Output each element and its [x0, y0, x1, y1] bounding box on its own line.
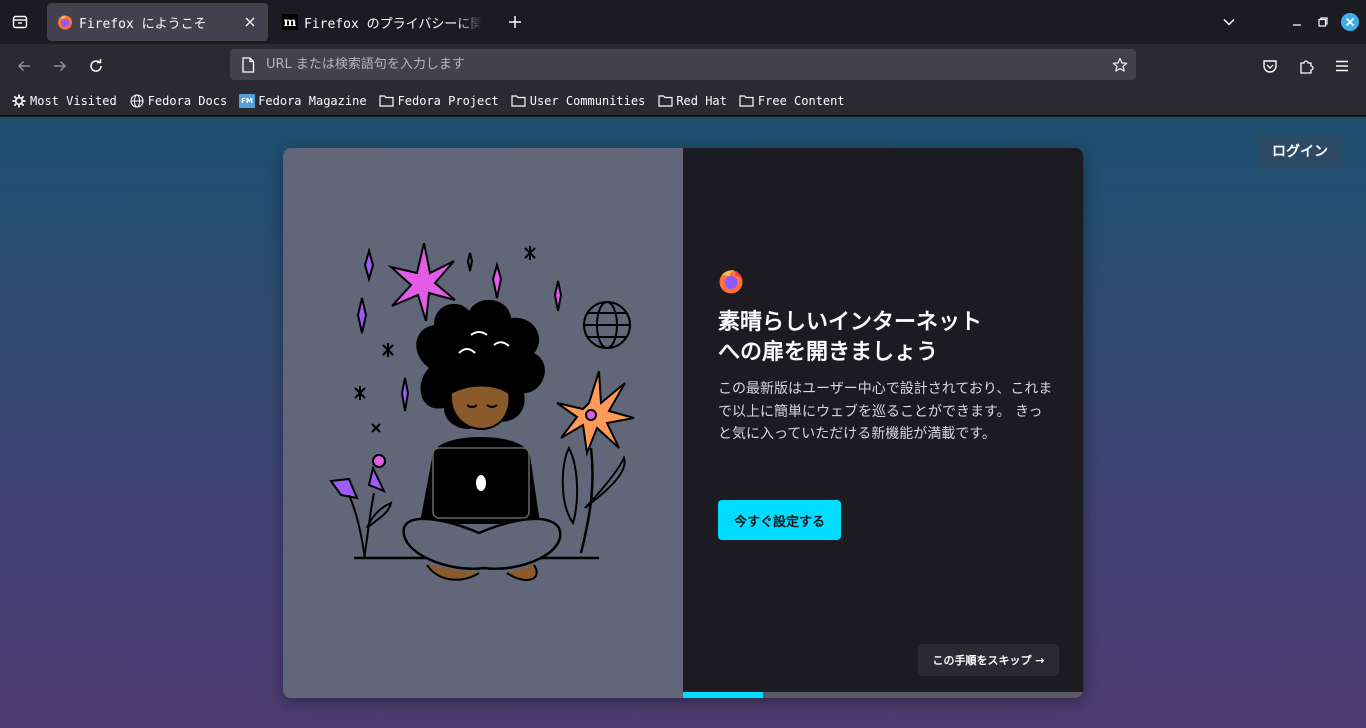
welcome-text-panel: 素晴らしいインターネット への扉を開きましょう この最新版はユーザー中心で設計さ… [683, 148, 1083, 698]
firefox-view-button[interactable] [6, 8, 34, 36]
svg-text:m: m [284, 15, 297, 29]
bookmark-most-visited[interactable]: Most Visited [11, 93, 117, 109]
firefox-view-icon [12, 15, 28, 29]
onboarding-card: 素晴らしいインターネット への扉を開きましょう この最新版はユーザー中心で設計さ… [283, 148, 1083, 698]
bookmark-folder-red-hat[interactable]: Red Hat [657, 93, 727, 109]
bookmark-folder-free-content[interactable]: Free Content [739, 93, 845, 109]
orange-flower [556, 370, 635, 554]
restore-icon [1318, 17, 1328, 27]
tab-privacy-notice[interactable]: m Firefox のプライバシーに関する通知 [272, 3, 492, 41]
maximize-button[interactable] [1313, 12, 1333, 32]
bookmark-label: Most Visited [30, 93, 117, 108]
folder-icon [657, 93, 673, 109]
firefox-logo-icon [719, 270, 743, 294]
minimize-icon [1293, 24, 1301, 26]
close-tab-button[interactable] [242, 14, 258, 30]
bookmark-label: Fedora Magazine [258, 93, 367, 108]
onboarding-progress-bar [683, 692, 1083, 698]
illustration-panel [283, 148, 683, 698]
gear-icon [11, 93, 27, 109]
firefox-icon [58, 15, 72, 30]
back-button[interactable] [10, 52, 38, 80]
bookmarks-toolbar: Most Visited Fedora Docs FM Fedora Magaz… [0, 86, 1366, 116]
skip-step-button[interactable]: この手順をスキップ → [918, 644, 1059, 676]
minimize-button[interactable] [1287, 12, 1307, 32]
bookmark-fedora-magazine[interactable]: FM Fedora Magazine [239, 93, 367, 109]
tab-title: Firefox のプライバシーに関する通知 [304, 16, 482, 32]
forward-arrow-icon [54, 60, 67, 72]
get-started-button[interactable]: 今すぐ設定する [718, 500, 841, 540]
progress-fill [683, 692, 763, 698]
bookmark-label: Free Content [757, 93, 845, 108]
address-bar[interactable] [230, 49, 1136, 80]
pocket-button[interactable] [1256, 52, 1284, 80]
headline-line-2: への扉を開きましょう [718, 340, 939, 365]
headline-line-1: 素晴らしいインターネット [718, 310, 983, 335]
globe-icon [129, 93, 145, 109]
welcome-page: ログイン 素晴らしいインターネット への扉を開きましょう この最新版はユーザー中… [0, 117, 1366, 728]
star-icon [1112, 57, 1128, 72]
svg-text:FM: FM [241, 97, 253, 105]
mozilla-icon: m [282, 14, 298, 30]
reload-button[interactable] [82, 52, 110, 80]
tab-welcome[interactable]: Firefox にようこそ [47, 3, 268, 41]
close-window-button[interactable] [1340, 12, 1360, 32]
folder-icon [739, 93, 755, 109]
bookmark-folder-fedora-project[interactable]: Fedora Project [379, 93, 499, 109]
welcome-headline: 素晴らしいインターネット への扉を開きましょう [718, 308, 1048, 368]
folder-icon [511, 93, 527, 109]
list-all-tabs-button[interactable] [1217, 10, 1241, 34]
app-menu-button[interactable] [1328, 52, 1356, 80]
bookmark-fedora-docs[interactable]: Fedora Docs [129, 93, 227, 109]
bookmark-star-button[interactable] [1110, 55, 1130, 75]
purple-flowers [329, 454, 393, 559]
puzzle-icon [1300, 60, 1314, 74]
bookmark-label: User Communities [529, 93, 646, 108]
new-tab-button[interactable] [503, 10, 527, 34]
extensions-button[interactable] [1292, 52, 1320, 80]
plus-icon [509, 16, 521, 28]
person [402, 299, 562, 581]
folder-icon [379, 93, 395, 109]
close-icon [245, 17, 255, 27]
bookmark-label: Red Hat [676, 93, 727, 108]
fedora-magazine-icon: FM [239, 93, 256, 109]
reload-icon [90, 59, 102, 72]
hamburger-menu-icon [1336, 60, 1348, 72]
bookmark-label: Fedora Docs [147, 93, 228, 108]
globe-doodle [583, 301, 631, 349]
person-with-laptop-illustration [329, 243, 635, 581]
forward-button[interactable] [46, 52, 74, 80]
tab-title: Firefox にようこそ [79, 16, 207, 32]
bookmark-label: Fedora Project [397, 93, 499, 108]
bookmark-folder-user-communities[interactable]: User Communities [511, 93, 646, 109]
login-button[interactable]: ログイン [1258, 135, 1342, 167]
pocket-icon [1263, 60, 1277, 73]
back-arrow-icon [17, 60, 30, 72]
url-input[interactable] [266, 57, 1110, 72]
chevron-down-icon [1223, 18, 1235, 26]
tab-strip: Firefox にようこそ m Firefox のプライバシーに関する通知 [0, 0, 1366, 44]
close-window-icon [1341, 13, 1359, 31]
page-icon [240, 56, 256, 73]
welcome-subtitle: この最新版はユーザー中心で設計されており、これまで以上に簡単にウェブを巡ることが… [718, 381, 1053, 442]
